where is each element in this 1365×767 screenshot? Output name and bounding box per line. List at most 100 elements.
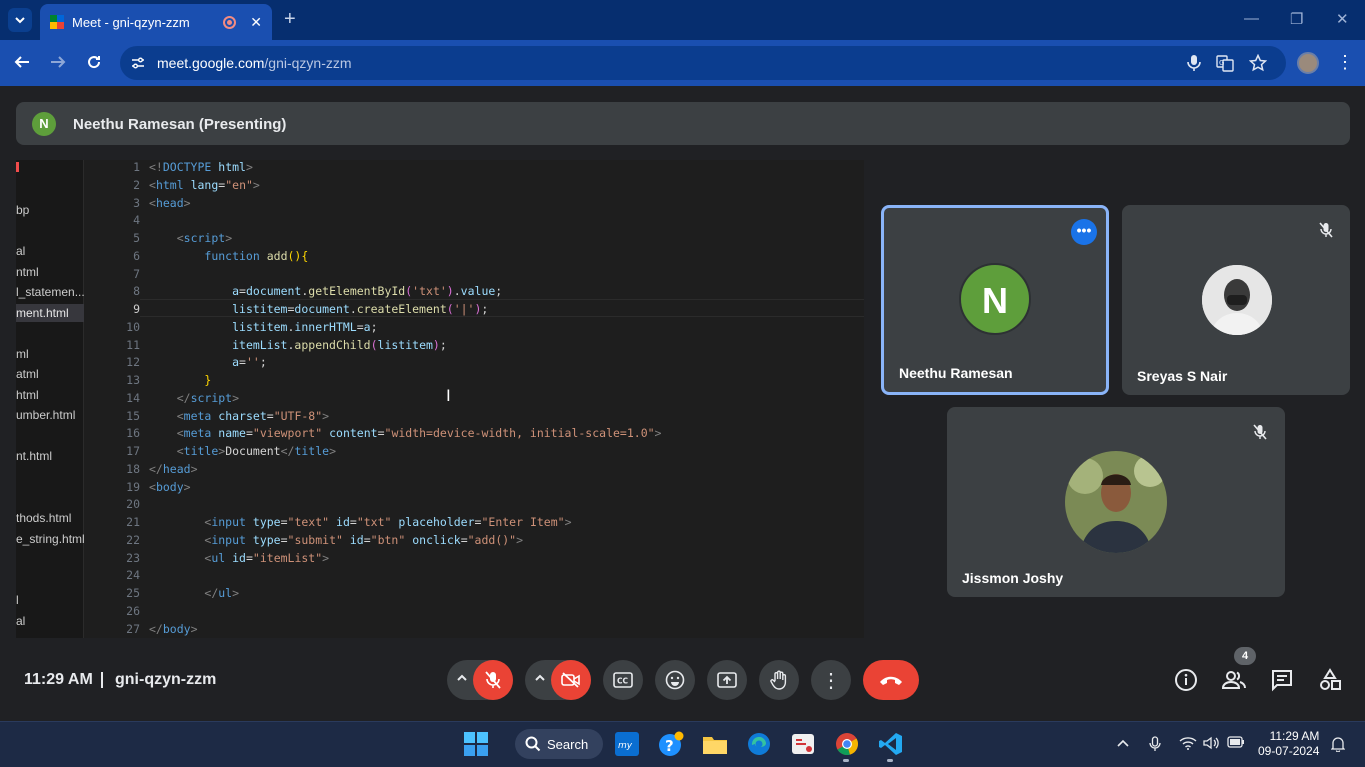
taskbar-search[interactable]: Search <box>515 729 603 759</box>
code-line: listitem=document.createElement('|'); <box>232 302 489 316</box>
show-hidden-icons-chevron-icon[interactable] <box>1116 736 1130 753</box>
site-settings-icon[interactable] <box>130 55 146 71</box>
search-label: Search <box>547 736 589 752</box>
explorer-file: bp <box>16 203 30 217</box>
code-line: <title>Document</title> <box>176 444 337 458</box>
svg-text:my: my <box>618 741 633 751</box>
help-app-icon[interactable]: ? <box>658 731 684 757</box>
myhp-app-icon[interactable]: my <box>614 731 640 757</box>
bookmark-star-icon[interactable] <box>1248 53 1268 72</box>
camera-toggle-button[interactable] <box>551 660 591 700</box>
microphone-icon[interactable] <box>1185 54 1203 72</box>
participant-tile-sreyas[interactable]: Sreyas S Nair <box>1122 205 1350 395</box>
people-icon[interactable] <box>1221 668 1246 692</box>
participant-name: Sreyas S Nair <box>1137 368 1228 384</box>
explorer-file: al <box>16 614 26 628</box>
present-now-button[interactable] <box>707 660 747 700</box>
leave-call-button[interactable] <box>863 660 919 700</box>
presenter-avatar: N <box>32 112 56 136</box>
recording-indicator-icon <box>223 15 237 29</box>
volume-icon[interactable] <box>1203 736 1219 753</box>
tab-search-button[interactable] <box>8 8 32 32</box>
line-number: 13 <box>126 373 140 387</box>
windows-start-icon[interactable] <box>463 731 489 757</box>
line-number: 24 <box>126 568 140 582</box>
reload-icon[interactable] <box>85 53 103 75</box>
browser-tab-meet[interactable]: Meet - gni-qzyn-zzm ✕ <box>40 4 272 40</box>
code-line: <input type="text" id="txt" placeholder=… <box>204 515 572 529</box>
close-tab-icon[interactable]: ✕ <box>250 14 262 31</box>
code-line: <script> <box>176 231 233 245</box>
code-line: listitem.innerHTML=a; <box>232 320 378 334</box>
line-number: 11 <box>126 338 140 352</box>
line-number: 22 <box>126 533 140 547</box>
line-number: 21 <box>126 515 140 529</box>
meeting-details-icon[interactable] <box>1174 668 1198 692</box>
microphone-toggle-button[interactable] <box>473 660 513 700</box>
line-number: 23 <box>126 551 140 565</box>
back-icon[interactable] <box>13 53 31 75</box>
code-line: </body> <box>149 622 198 636</box>
notifications-bell-icon[interactable] <box>1330 736 1346 755</box>
more-options-button[interactable]: ⋮ <box>811 660 851 700</box>
forward-icon[interactable] <box>49 53 67 75</box>
explorer-file: ml <box>16 347 29 361</box>
chat-icon[interactable] <box>1270 668 1294 692</box>
taskbar-clock[interactable]: 11:29 AM 09-07-2024 <box>1258 729 1319 759</box>
participant-name: Jissmon Joshy <box>962 570 1064 586</box>
line-number: 5 <box>133 231 140 245</box>
code-line: } <box>204 373 212 387</box>
browser-menu-icon[interactable]: ⋮ <box>1336 52 1354 72</box>
participant-name: Neethu Ramesan <box>899 365 1013 381</box>
file-explorer-icon[interactable] <box>702 731 728 757</box>
participant-tile-neethu[interactable]: ••• N Neethu Ramesan <box>881 205 1109 395</box>
restore-icon[interactable]: ❐ <box>1290 10 1303 28</box>
video-settings-chevron-icon[interactable] <box>534 671 546 687</box>
profile-avatar[interactable] <box>1297 52 1319 74</box>
snipping-tool-icon[interactable] <box>790 731 816 757</box>
line-number: 17 <box>126 444 140 458</box>
more-options-icon[interactable]: ••• <box>1071 219 1097 245</box>
participant-photo <box>1065 451 1167 553</box>
minimize-icon[interactable]: — <box>1244 10 1259 27</box>
reactions-button[interactable] <box>655 660 695 700</box>
activities-icon[interactable] <box>1318 668 1342 692</box>
participant-tile-jissmon[interactable]: Jissmon Joshy <box>947 407 1285 597</box>
shared-screen: bp al ntml l_statemen... ment.html ml ml… <box>16 160 864 638</box>
translate-icon[interactable]: G <box>1216 54 1234 72</box>
closed-captions-icon: CC <box>613 672 633 688</box>
chrome-browser-icon[interactable] <box>834 731 860 757</box>
muted-mic-icon <box>1247 419 1273 445</box>
raise-hand-button[interactable] <box>759 660 799 700</box>
tray-microphone-icon[interactable] <box>1148 736 1162 755</box>
code-line: <meta charset="UTF-8"> <box>176 409 330 423</box>
close-window-icon[interactable]: ✕ <box>1336 10 1349 28</box>
explorer-file: html <box>16 388 39 402</box>
svg-text:CC: CC <box>617 677 629 686</box>
line-number: 3 <box>133 196 140 210</box>
code-line: <ul id="itemList"> <box>204 551 330 565</box>
end-call-icon <box>880 676 902 685</box>
code-line: <meta name="viewport" content="width=dev… <box>176 426 662 440</box>
wifi-icon[interactable] <box>1179 736 1197 753</box>
vscode-icon[interactable] <box>878 731 904 757</box>
participant-photo <box>1202 265 1272 335</box>
line-number: 8 <box>133 284 140 298</box>
explorer-file: atml <box>16 367 39 381</box>
code-line: <head> <box>149 196 191 210</box>
line-number: 16 <box>126 426 140 440</box>
explorer-file: al <box>16 244 26 258</box>
meeting-time: 11:29 AM <box>24 671 93 688</box>
edge-browser-icon[interactable] <box>746 731 772 757</box>
captions-button[interactable]: CC <box>603 660 643 700</box>
raise-hand-icon <box>770 670 787 690</box>
line-number: 2 <box>133 178 140 192</box>
audio-settings-chevron-icon[interactable] <box>456 671 468 687</box>
code-line: <input type="submit" id="btn" onclick="a… <box>204 533 524 547</box>
battery-icon[interactable] <box>1227 736 1245 751</box>
new-tab-button[interactable]: + <box>284 9 296 29</box>
omnibox[interactable]: meet.google.com/gni-qzyn-zzm <box>120 46 1286 80</box>
explorer-file: l <box>16 593 19 607</box>
code-line: <!DOCTYPE html> <box>149 160 253 174</box>
line-number: 20 <box>126 497 140 511</box>
